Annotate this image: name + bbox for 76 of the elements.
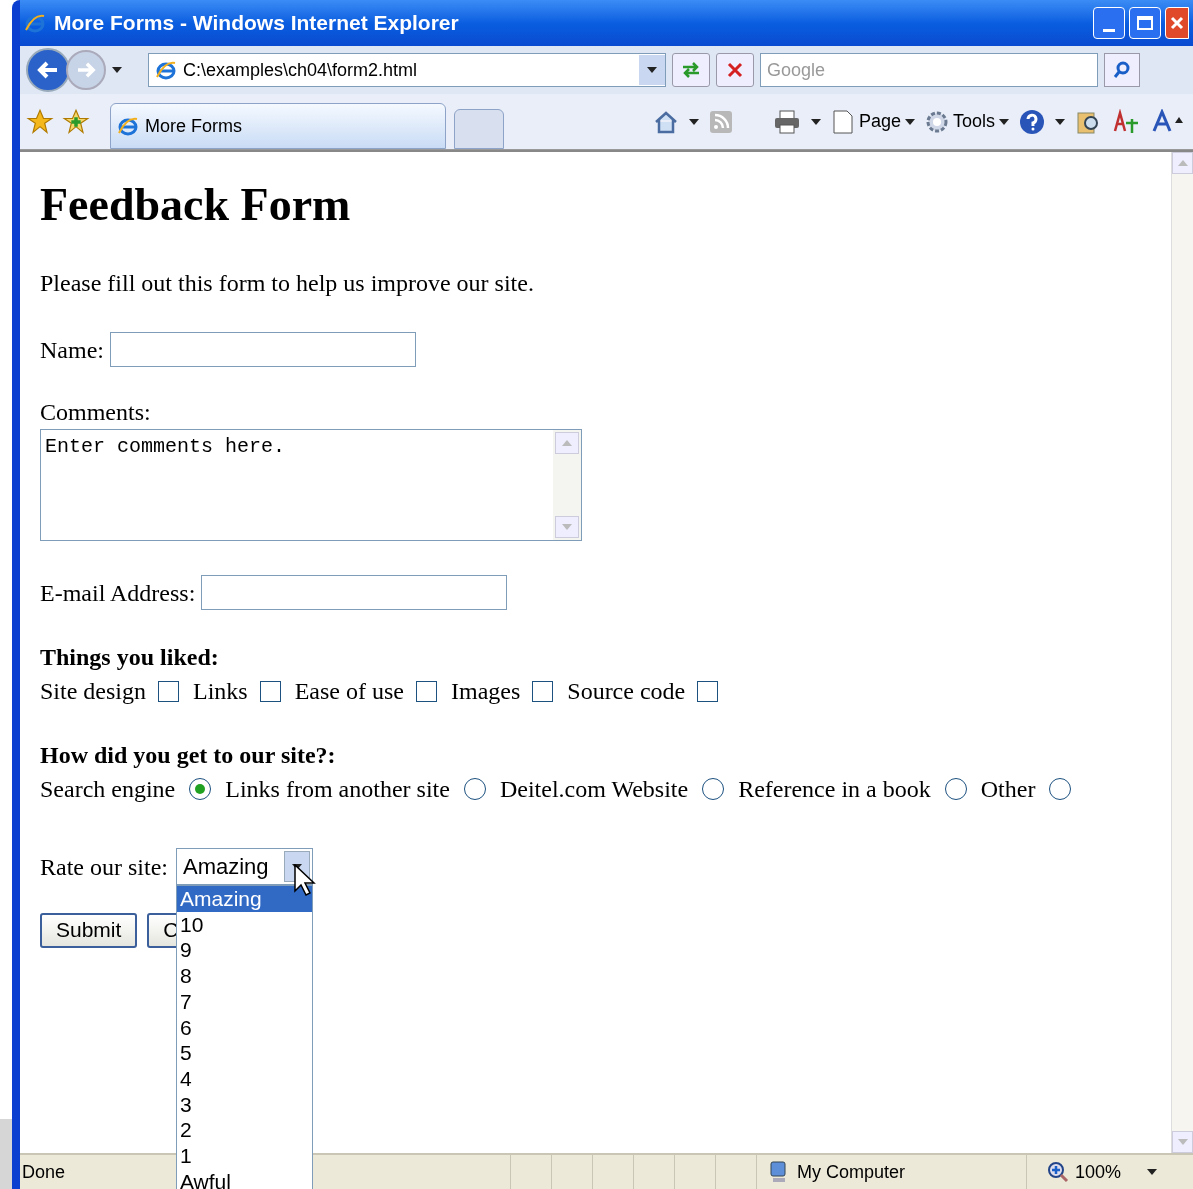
page-menu-button[interactable]: Page	[830, 108, 915, 135]
caret-icon[interactable]	[688, 118, 699, 125]
minimize-button[interactable]	[1093, 7, 1125, 39]
checkbox[interactable]	[697, 680, 719, 702]
submit-button[interactable]: Submit	[40, 913, 138, 948]
checkbox-label: Images	[450, 677, 521, 706]
checkbox-label: Ease of use	[294, 677, 404, 706]
search-button[interactable]	[1104, 53, 1140, 87]
radio-label: Reference in a book	[738, 775, 931, 804]
stop-icon[interactable]	[727, 62, 743, 78]
tools-menu-button[interactable]: Tools	[924, 108, 1009, 135]
page-icon	[155, 59, 177, 81]
zoom-button[interactable]: 100%	[1026, 1155, 1193, 1189]
liked-heading: Things you liked:	[40, 643, 220, 672]
checkbox[interactable]	[158, 680, 179, 702]
comments-field[interactable]: Enter comments here.	[40, 429, 582, 541]
dropdown-option[interactable]: Amazing	[176, 886, 312, 912]
help-icon[interactable]	[1019, 108, 1045, 135]
star-icon[interactable]	[26, 107, 54, 136]
translate-icon[interactable]	[1111, 108, 1141, 135]
radio-button[interactable]	[463, 778, 486, 800]
intro-text: Please fill out this form to help us improve our site.	[40, 269, 535, 298]
caret-icon[interactable]	[810, 118, 821, 125]
email-label: E-mail Address:	[40, 578, 196, 608]
close-icon[interactable]	[1170, 16, 1184, 30]
source-heading: How did you get to our site?:	[40, 741, 337, 770]
radio-button[interactable]	[944, 778, 967, 800]
page-heading: Feedback Form	[40, 182, 352, 228]
radio-button[interactable]	[1049, 778, 1072, 800]
checkbox[interactable]	[259, 680, 281, 702]
checkbox[interactable]	[415, 680, 437, 702]
radio-label: Deitel.com Website	[499, 775, 689, 804]
name-field[interactable]	[110, 332, 416, 367]
comments-label: Comments:	[40, 398, 152, 427]
back-button[interactable]	[26, 48, 70, 92]
radio-button[interactable]	[702, 778, 725, 800]
caret-icon[interactable]	[999, 118, 1009, 125]
caret-icon[interactable]	[1055, 118, 1065, 125]
status-text: Done	[22, 1160, 66, 1184]
computer-icon	[769, 1161, 789, 1183]
caret-icon[interactable]	[112, 67, 122, 73]
add-star-icon[interactable]	[62, 107, 90, 136]
left-arrow-icon[interactable]	[37, 61, 59, 79]
search-icon[interactable]	[1113, 61, 1131, 79]
refresh-button[interactable]	[672, 53, 710, 87]
gear-icon[interactable]	[924, 109, 949, 134]
checkbox[interactable]	[532, 680, 554, 702]
window-title: More Forms - Windows Internet Explorer	[54, 10, 459, 37]
radio-label: Search engine	[40, 775, 176, 804]
page-icon[interactable]	[830, 109, 855, 134]
tab-page-icon	[117, 115, 139, 137]
rating-select[interactable]: Amazing	[175, 848, 313, 885]
caret-icon[interactable]	[1147, 1169, 1158, 1175]
caret-icon[interactable]	[904, 118, 915, 125]
name-label: Name:	[40, 335, 104, 365]
rate-label: Rate our site:	[40, 852, 168, 882]
browser-tab[interactable]: More Forms	[110, 103, 446, 149]
stop-button[interactable]	[716, 53, 754, 87]
checkbox-label: Links	[193, 677, 248, 706]
checkbox-label: Source code	[567, 677, 686, 706]
checkbox-label: Site design	[40, 677, 146, 706]
maximize-button[interactable]	[1129, 7, 1161, 39]
zone-text: My Computer	[797, 1160, 906, 1184]
radio-label: Other	[980, 775, 1036, 804]
caret-icon[interactable]	[647, 67, 657, 73]
address-field[interactable]: C:\examples\ch04\form2.html	[148, 53, 666, 87]
search-field[interactable]: Google	[760, 53, 1098, 87]
zoom-icon[interactable]	[1047, 1161, 1069, 1183]
printer-icon[interactable]	[772, 109, 801, 134]
email-field[interactable]	[201, 575, 508, 610]
close-button[interactable]	[1165, 7, 1189, 39]
browser-logo-icon	[24, 12, 46, 34]
desktop-background	[0, 1119, 12, 1189]
refresh-icon[interactable]	[681, 62, 701, 78]
radio-button[interactable]	[189, 778, 212, 800]
radio-label: Links from another site	[225, 775, 450, 804]
